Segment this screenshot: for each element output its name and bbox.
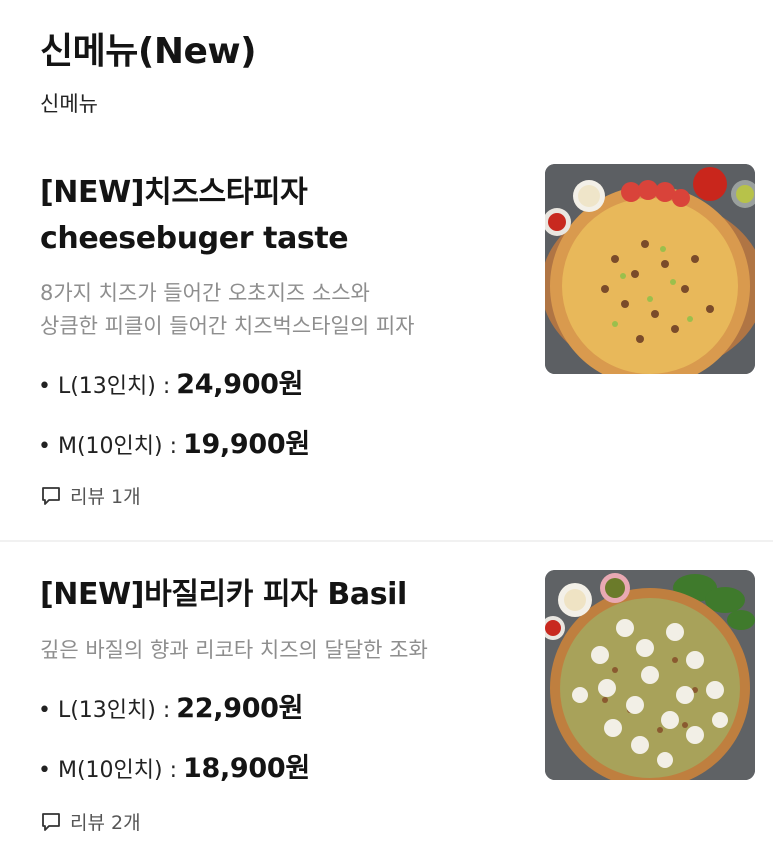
price-size-label: • L(13인치) : xyxy=(38,698,171,723)
section-title: 신메뉴(New) xyxy=(40,31,257,72)
price-value: 24,900원 xyxy=(176,369,304,400)
basil-pizza-image xyxy=(545,570,755,780)
menu-item-description: 8가지 치즈가 들어간 오초지즈 소스와 xyxy=(40,281,370,305)
price-value: 22,900원 xyxy=(176,693,304,724)
review-count: 리뷰 1개 xyxy=(70,486,141,508)
price-size-label: • M(10인치) : xyxy=(38,758,177,783)
price-size-label: • M(10인치) : xyxy=(38,434,177,459)
menu-item-cheese-star-pizza[interactable]: [NEW]치즈스타피자 cheesebuger taste 8가지 치즈가 들어… xyxy=(0,160,773,540)
price-row-medium: • M(10인치) : 18,900원 xyxy=(38,746,310,786)
menu-item-name-sub: cheesebuger taste xyxy=(40,221,349,256)
price-value: 18,900원 xyxy=(183,753,310,784)
review-link[interactable]: 리뷰 2개 xyxy=(40,808,141,835)
menu-item-basilica-pizza[interactable]: [NEW]바질리카 피자 Basil 깊은 바질의 향과 리코타 치즈의 달달한… xyxy=(0,542,773,864)
price-value: 19,900원 xyxy=(183,429,310,460)
section-subtitle: 신메뉴 xyxy=(40,92,98,116)
price-size-label: • L(13인치) : xyxy=(38,374,171,399)
menu-item-description-2: 상큼한 피클이 들어간 치즈벅스타일의 피자 xyxy=(40,314,415,338)
review-link[interactable]: 리뷰 1개 xyxy=(40,482,141,509)
speech-bubble-icon xyxy=(42,812,60,831)
menu-item-name: [NEW]치즈스타피자 xyxy=(40,175,308,210)
menu-item-description: 깊은 바질의 향과 리코타 치즈의 달달한 조화 xyxy=(40,638,428,662)
price-row-medium: • M(10인치) : 19,900원 xyxy=(38,422,310,462)
cheese-pizza-image xyxy=(545,164,755,374)
menu-item-name: [NEW]바질리카 피자 Basil xyxy=(40,577,407,612)
price-row-large: • L(13인치) : 22,900원 xyxy=(38,686,304,726)
review-count: 리뷰 2개 xyxy=(70,812,141,834)
speech-bubble-icon xyxy=(42,486,60,505)
price-row-large: • L(13인치) : 24,900원 xyxy=(38,362,304,402)
